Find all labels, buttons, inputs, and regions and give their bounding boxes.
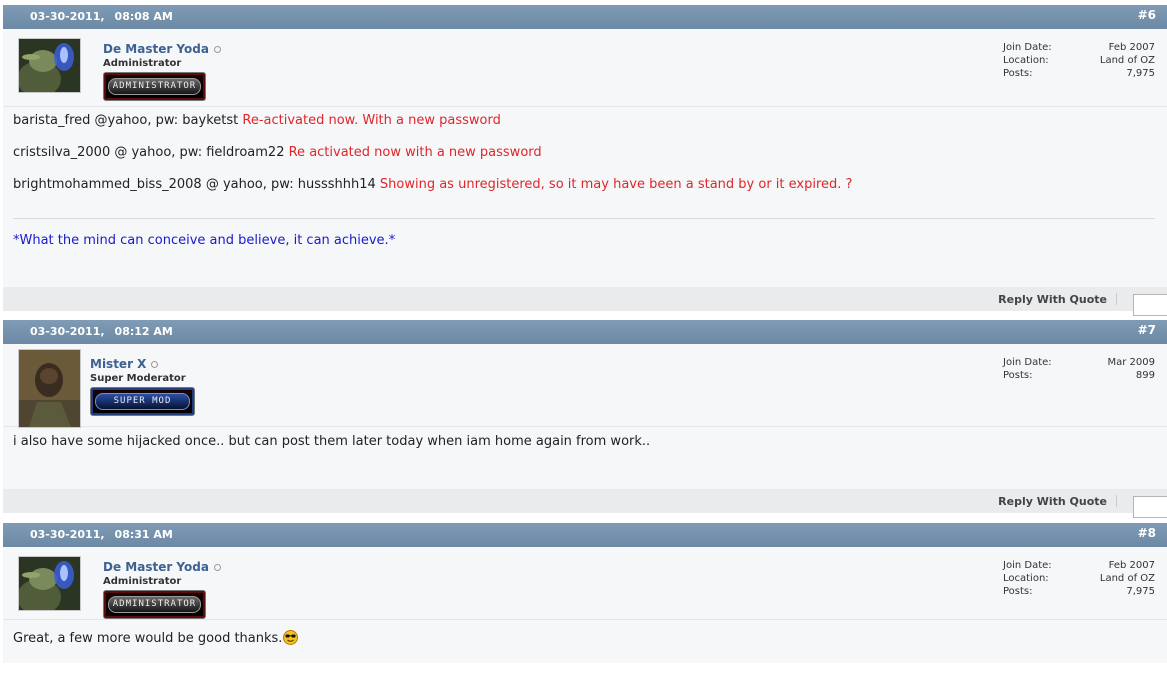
user-stats: Join Date: Feb 2007 Location: Land of OZ P… [1003, 42, 1155, 79]
offline-status-icon [213, 46, 221, 53]
footer-divider [1116, 495, 1117, 507]
yoda-avatar[interactable] [18, 556, 81, 611]
userinfo: De Master Yoda Administrator ADMINISTRAT… [3, 547, 1167, 620]
post-header: 03-30-2011, 08:31 AM #8 [3, 523, 1167, 547]
footer-divider [1116, 293, 1117, 305]
post-date: 03-30-2011, 08:08 AM [30, 10, 173, 23]
post-6: 03-30-2011, 08:08 AM #6 De Master Yoda Ad… [3, 5, 1167, 316]
soldier-avatar[interactable] [18, 349, 81, 428]
post-7: 03-30-2011, 08:12 AM #7 Mister X Super Mo… [3, 320, 1167, 518]
content-line: brightmohammed_biss_2008 @ yahoo, pw: hu… [13, 177, 853, 192]
post-header: 03-30-2011, 08:08 AM #6 [3, 5, 1167, 29]
post-number-link[interactable]: #8 [1138, 526, 1156, 540]
yoda-avatar[interactable] [18, 38, 81, 93]
username-link[interactable]: De Master Yoda [103, 560, 221, 574]
offline-status-icon [151, 361, 159, 368]
userinfo: Mister X Super Moderator SUPER MOD Join … [3, 344, 1167, 428]
post-header: 03-30-2011, 08:12 AM #7 [3, 320, 1167, 344]
signature-separator [13, 218, 1155, 219]
post-content: Great, a few more would be good thanks. [3, 620, 1167, 660]
post-number-link[interactable]: #7 [1138, 323, 1156, 337]
user-title: Super Moderator [90, 373, 186, 384]
username-link[interactable]: Mister X [90, 357, 159, 371]
cool-smiley-icon [283, 630, 299, 649]
signature: *What the mind can conceive and believe,… [13, 233, 396, 248]
post-content: barista_fred @yahoo, pw: bayketst Re-act… [3, 107, 1167, 287]
content-line: i also have some hijacked once.. but can… [13, 434, 651, 449]
post-date: 03-30-2011, 08:12 AM [30, 325, 173, 338]
post-content: i also have some hijacked once.. but can… [3, 427, 1167, 489]
content-line: cristsilva_2000 @ yahoo, pw: fieldroam22… [13, 145, 542, 160]
user-title: Administrator [103, 58, 182, 69]
post-8: 03-30-2011, 08:31 AM #8 De Master Yoda Ad… [3, 523, 1167, 663]
post-date: 03-30-2011, 08:31 AM [30, 528, 173, 541]
rank-image: ADMINISTRATOR [103, 590, 206, 619]
user-title: Administrator [103, 576, 182, 587]
user-stats: Join Date: Feb 2007 Location: Land of OZ P… [1003, 560, 1155, 597]
post-number-link[interactable]: #6 [1138, 8, 1156, 22]
content-line: Great, a few more would be good thanks. [13, 630, 299, 649]
userinfo: De Master Yoda Administrator ADMINISTRAT… [3, 29, 1167, 107]
rank-image: ADMINISTRATOR [103, 72, 206, 101]
post-footer: Reply With Quote [3, 489, 1167, 518]
multiquote-toggle[interactable] [1133, 294, 1167, 316]
content-line: barista_fred @yahoo, pw: bayketst Re-act… [13, 113, 501, 128]
username-link[interactable]: De Master Yoda [103, 42, 221, 56]
reply-with-quote-button[interactable]: Reply With Quote [998, 293, 1107, 306]
post-footer: Reply With Quote [3, 287, 1167, 316]
multiquote-toggle[interactable] [1133, 496, 1167, 518]
reply-with-quote-button[interactable]: Reply With Quote [998, 495, 1107, 508]
offline-status-icon [213, 564, 221, 571]
user-stats: Join Date: Mar 2009 Posts: 899 [1003, 357, 1155, 381]
rank-image: SUPER MOD [90, 387, 195, 416]
